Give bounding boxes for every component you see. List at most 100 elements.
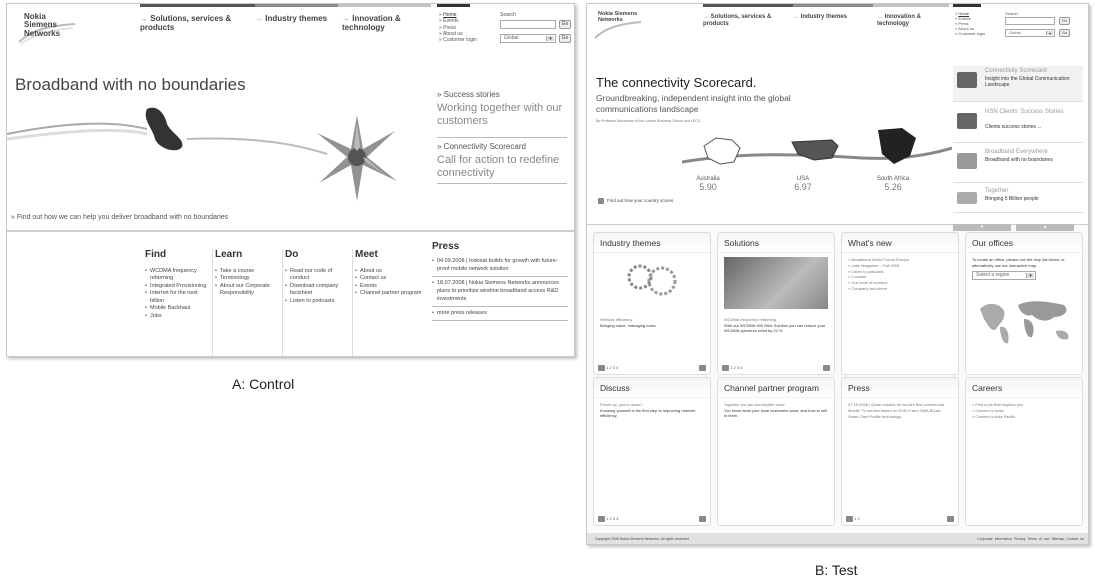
footer-link-terms[interactable]: Terms of use [1027,537,1049,541]
side-item-connectivity-scorecard[interactable]: » Connectivity Scorecard Call for action… [437,142,567,184]
column-link[interactable]: Jobs [145,313,212,321]
hero-title: Broadband with no boundaries [15,75,246,94]
utility-link-login[interactable]: Customer login [958,31,985,36]
tab-together[interactable]: Together Bringing 5 Billion people [953,186,1083,213]
footer-link-privacy[interactable]: Privacy [1014,537,1025,541]
logo[interactable]: Nokia Siemens Networks [24,12,74,38]
pager-prev-button[interactable] [598,365,605,371]
tab-broadband-everywhere[interactable]: Broadband Everywhere Broadband with no b… [953,147,1083,183]
column-link[interactable]: Terminology [215,275,282,283]
carousel-up-button[interactable]: ▴ [1016,224,1074,231]
region-go-button[interactable]: Go [559,34,571,43]
nav-tab-industry[interactable]: → Industry themes [793,4,873,21]
region-select[interactable]: Global ▾ [500,34,556,43]
nav-tab-industry[interactable]: → Industry themes [255,4,338,24]
pager-pages[interactable]: 1 2 3 4 [730,365,742,370]
search-input[interactable] [1005,17,1055,25]
column-link[interactable]: Read our code of conduct [285,268,352,283]
footer-link-contact[interactable]: Contact us [1066,537,1084,541]
card-heading: Press [842,378,958,398]
utility-link-events[interactable]: Events [443,18,458,24]
pager-next-button[interactable] [699,516,706,522]
country-australia[interactable]: Australia 5.90 [688,176,728,192]
scorecard-subtitle: Groundbreaking, independent insight into… [596,93,791,115]
search-go-button[interactable]: Go [559,20,571,29]
nav-label: Solutions, services & products [703,14,772,27]
find-out-link[interactable]: » Find out how we can help you deliver b… [11,214,228,221]
arrow-icon: → [877,14,885,20]
pager-pages[interactable]: 1 2 3 4 [606,365,618,370]
pager-pages[interactable]: 1 2 3 4 [606,516,618,521]
caption-test: B: Test [815,562,858,578]
card-press: Press 07.10.2008 | Qatar readies for wor… [841,377,959,526]
pager-pages[interactable]: 1 2 [854,516,860,521]
pager: 1 2 3 4 [598,365,618,371]
news-link[interactable]: » Company fact sheet [848,286,952,292]
nav-tab-solutions[interactable]: → Solutions, services & products [140,4,255,33]
column-link[interactable]: About our Corporate Responsibility [215,283,282,298]
press-item[interactable]: 04.09.2008 | Indosat builds for growth w… [432,258,568,277]
column-heading: Learn [215,249,243,260]
scorecard-byline: By Professor Waverman of the London Busi… [596,119,701,123]
card-heading: What's new [842,233,958,253]
carousel-down-button[interactable]: ▾ [953,224,1011,231]
control-page: Nokia Siemens Networks → Solutions, serv… [6,3,575,357]
tab-connectivity-scorecard[interactable]: Connectivity Scorecard Insight into the … [953,66,1083,102]
country-south-africa[interactable]: South Africa 5.26 [863,176,923,192]
pager-next-button[interactable] [699,365,706,371]
divider [7,230,574,232]
pager-prev-button[interactable] [598,516,605,522]
tab-success-stories[interactable]: NSN Clients' Success Stories Clients suc… [953,107,1083,143]
search-go-button[interactable]: Go [1059,17,1070,25]
column-link[interactable]: Internet for the next billion [145,290,212,305]
column-link[interactable]: Download company factsheet [285,283,352,298]
world-map-graphic[interactable] [974,295,1078,347]
careers-link[interactable]: » Careers in Asia Pacific [972,414,1076,420]
arrow-icon: → [793,14,801,20]
chevron-down-icon: ▾ [1026,273,1034,279]
search-label: Search [1005,11,1018,16]
utility-link-about[interactable]: About us [443,31,463,37]
carousel-controls: ▾ ▴ [953,215,1079,233]
nav-tab-innovation[interactable]: → Innovation & technology [873,4,949,27]
country-score: 5.26 [884,182,902,192]
card-link[interactable]: 07.10.2008 | Qatar readies for world's f… [848,402,952,419]
column-link[interactable]: Integrated Provisioning [145,283,212,291]
column-link[interactable]: About us [355,268,423,276]
utility-link-press[interactable]: Press [443,25,456,31]
utility-link-login[interactable]: Customer login [443,37,477,43]
column-link[interactable]: Contact us [355,275,423,283]
column-heading: Find [145,249,167,260]
side-item-success-stories[interactable]: » Success stories Working together with … [437,90,567,138]
pager-next-button[interactable] [947,516,954,522]
nav-tab-solutions[interactable]: → Solutions, services & products [703,4,793,27]
column-link[interactable]: Events [355,283,423,291]
footer-link-sitemap[interactable]: Sitemap [1051,537,1064,541]
caption-control: A: Control [232,376,295,392]
column-link[interactable]: Channel partner program [355,290,423,298]
tab-subtitle: Broadband with no boundaries [985,157,1053,163]
column-link[interactable]: WCDMA frequency refarming [145,268,212,283]
logo[interactable]: Nokia Siemens Networks [598,11,638,24]
pager-prev-button[interactable] [722,365,729,371]
region-select[interactable]: Global ▾ [1005,29,1055,37]
footer-link-corporate[interactable]: Corporate information [977,537,1012,541]
press-item[interactable]: 18.07.2008 | Nokia Siemens Networks anno… [432,280,568,307]
pager-prev-button[interactable] [846,516,853,522]
column-link[interactable]: Take a course [215,268,282,276]
column-link[interactable]: Mobile Backhaul [145,305,212,313]
country-usa[interactable]: USA 6.97 [783,176,823,192]
office-region-select[interactable]: Select a region ▾ [972,271,1036,281]
utility-link-home[interactable]: Home [443,12,456,18]
more-press-link[interactable]: more press releases [432,310,568,321]
card-text: Bringing value, managing costs [600,322,656,328]
card-text: Knowing yourself is the first step to im… [600,407,696,419]
column-link[interactable]: Listen to podcasts [285,298,352,306]
column-heading: Do [285,249,299,260]
nav-tab-innovation[interactable]: → Innovation & technology [338,4,431,33]
pager-next-button[interactable] [823,365,830,371]
search-input[interactable] [500,20,556,29]
find-country-link[interactable]: Find out how your country scores [607,198,673,203]
country-score: 6.97 [794,182,812,192]
region-go-button[interactable]: Go [1059,29,1070,37]
